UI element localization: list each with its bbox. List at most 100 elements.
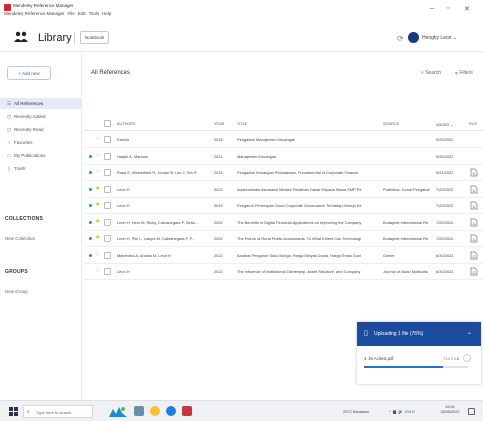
- star-icon[interactable]: ☆: [95, 267, 100, 276]
- table-row[interactable]: ★ Leon H, Heru M, Ricky, Cakranegara P, S…: [84, 215, 483, 231]
- weather-status[interactable]: 29°C Berawan: [343, 409, 369, 414]
- source-cell: Portfolios: Jurnal Pengabdi: [383, 186, 430, 192]
- star-icon[interactable]: ★: [95, 201, 100, 210]
- author-cell: Kasmir: [117, 137, 130, 142]
- column-title[interactable]: TITLE: [237, 122, 247, 126]
- title-cell: The Future of Rural Public Accountants: …: [237, 236, 361, 241]
- new-collection-link[interactable]: New Collection: [5, 236, 35, 241]
- author-cell: Leon H: [117, 203, 130, 208]
- table-row[interactable]: ☆ Mahendra A, Amalia M, Leon H 2022 Analisi…: [84, 248, 483, 264]
- star-icon[interactable]: ★: [95, 218, 100, 227]
- table-row[interactable]: ★ Leon H 2019 Pengaruh Penerapan Good Corpo…: [84, 198, 483, 214]
- title-cell: Pengaruh Penerapan Good Corporate Govern…: [237, 203, 362, 208]
- star-icon[interactable]: ☆: [95, 152, 100, 161]
- document-icon: ▭: [6, 153, 12, 159]
- table-row[interactable]: ★ Leon H, Pilri L, Latupa M, Cakranegara …: [84, 231, 483, 247]
- page-title: All References: [91, 70, 131, 76]
- avatar[interactable]: [408, 32, 419, 43]
- column-file[interactable]: FILE: [469, 122, 477, 126]
- star-icon[interactable]: ★: [95, 234, 100, 243]
- search-button[interactable]: ⌕ Search: [421, 70, 441, 76]
- row-checkbox[interactable]: [104, 251, 111, 259]
- star-icon[interactable]: ☆: [95, 168, 100, 177]
- sidebar-item-my-publications[interactable]: ▭ My Publications: [0, 150, 82, 161]
- column-year[interactable]: YEAR: [214, 122, 224, 126]
- row-checkbox[interactable]: [104, 235, 111, 242]
- collapse-chevron-icon[interactable]: ⌄: [467, 329, 472, 336]
- table-row[interactable]: ☆ Leon H 2022 The Influence of Institutiona…: [84, 264, 483, 280]
- menu-edit[interactable]: Edit: [78, 11, 86, 16]
- sync-icon[interactable]: ⟳: [397, 34, 404, 43]
- menu-help[interactable]: Help: [102, 11, 111, 16]
- attachment-file-icon[interactable]: [470, 267, 478, 276]
- row-checkbox[interactable]: [104, 152, 111, 160]
- taskbar-search-input[interactable]: ⌕ Type here to search: [23, 405, 93, 418]
- select-all-checkbox[interactable]: [104, 120, 111, 127]
- window-title: Mendeley Reference Manager: [13, 3, 74, 8]
- table-row[interactable]: ☆ Kasmir 2018 Pengantar Manajemen Keuangan 9…: [84, 132, 483, 148]
- system-tray[interactable]: ^ ▆ 🔊 ENG: [389, 409, 415, 414]
- sidebar-item-recently-added[interactable]: ◷ Recently Added: [0, 111, 82, 122]
- column-source[interactable]: SOURCE: [383, 122, 399, 126]
- attachment-file-icon[interactable]: [470, 251, 478, 260]
- user-menu[interactable]: Hengky Leon ⌄: [422, 35, 457, 41]
- table-row[interactable]: ☆ Harjito A, Martono 2021 Manajemen Keuanga…: [84, 149, 483, 165]
- added-cell: 7/20/2022: [436, 186, 454, 192]
- library-title[interactable]: Library: [38, 32, 72, 44]
- sidebar-item-recently-read[interactable]: ◷ Recently Read: [0, 124, 82, 135]
- notification-icon[interactable]: [468, 408, 475, 415]
- title-cell: Pengantar Keuangan Perusahaan, Fundament…: [237, 170, 359, 175]
- row-checkbox[interactable]: [104, 268, 111, 275]
- star-icon[interactable]: ★: [95, 185, 100, 194]
- year-cell: 2022: [214, 186, 223, 192]
- attachment-file-icon[interactable]: [470, 234, 478, 243]
- row-checkbox[interactable]: [104, 202, 111, 209]
- file-explorer-icon[interactable]: [134, 406, 144, 416]
- clock-icon: ◷: [6, 114, 12, 120]
- minimize-button[interactable]: –: [430, 5, 434, 12]
- edge-icon[interactable]: [166, 406, 176, 416]
- year-cell: 2015: [214, 170, 223, 175]
- windows-start-icon[interactable]: [9, 407, 18, 416]
- table-header: AUTHORS YEAR TITLE SOURCE ADDED ⌄ FILE: [84, 117, 483, 131]
- column-authors[interactable]: AUTHORS: [117, 122, 136, 126]
- table-row[interactable]: ★ Leon H 2022 Implementasi Akuntansi Melalu…: [84, 182, 483, 198]
- new-group-link[interactable]: New Group: [5, 289, 28, 294]
- notebook-button[interactable]: Notebook: [80, 31, 110, 44]
- upload-file-icon: ▯: [364, 330, 368, 337]
- menu-file[interactable]: File: [68, 11, 75, 16]
- row-checkbox[interactable]: [104, 169, 111, 176]
- chrome-icon[interactable]: [150, 406, 160, 416]
- upload-panel-header[interactable]: ▯ Uploading 1 file (76%) ⌄: [357, 322, 481, 346]
- attachment-file-icon[interactable]: [470, 185, 478, 194]
- groups-heading: GROUPS: [5, 269, 28, 275]
- row-checkbox[interactable]: [104, 185, 111, 193]
- maximize-button[interactable]: ▫: [447, 5, 449, 12]
- attachment-file-icon[interactable]: [470, 201, 478, 210]
- clock[interactable]: 16:31 28/09/2022: [437, 405, 463, 415]
- menu-app[interactable]: Mendeley Reference Manager: [4, 11, 65, 16]
- close-button[interactable]: ✕: [464, 5, 470, 13]
- add-new-button[interactable]: + Add new: [7, 66, 51, 80]
- sidebar-item-all-references[interactable]: ☰ All References: [0, 98, 82, 109]
- star-icon[interactable]: ☆: [95, 251, 100, 260]
- added-cell: 6/30/2022: [436, 252, 454, 258]
- menu-tools[interactable]: Tools: [89, 11, 100, 16]
- attachment-file-icon[interactable]: [470, 168, 478, 177]
- table-row[interactable]: ☆ Rosa S, Westerfield R, Jordan B, Lim J,…: [84, 165, 483, 181]
- clock-icon: ◷: [6, 127, 12, 133]
- row-checkbox[interactable]: [104, 218, 111, 226]
- attachment-file-icon[interactable]: [470, 218, 478, 227]
- task-view-icon[interactable]: [108, 405, 128, 417]
- author-cell: Leon H: [117, 186, 130, 192]
- sidebar-item-favorites[interactable]: ☆ Favorites: [0, 137, 82, 148]
- clock-date: 28/09/2022: [440, 410, 460, 414]
- search-icon: ⌕: [27, 409, 30, 415]
- sidebar-item-trash[interactable]: ▯ Trash: [0, 163, 82, 174]
- unread-dot: [89, 154, 92, 158]
- star-icon[interactable]: ☆: [95, 135, 100, 144]
- mendeley-taskbar-icon[interactable]: [182, 406, 192, 416]
- row-checkbox[interactable]: [104, 136, 111, 143]
- column-added[interactable]: ADDED ⌄: [436, 122, 454, 127]
- filters-button[interactable]: ⩦ Filters: [455, 70, 473, 76]
